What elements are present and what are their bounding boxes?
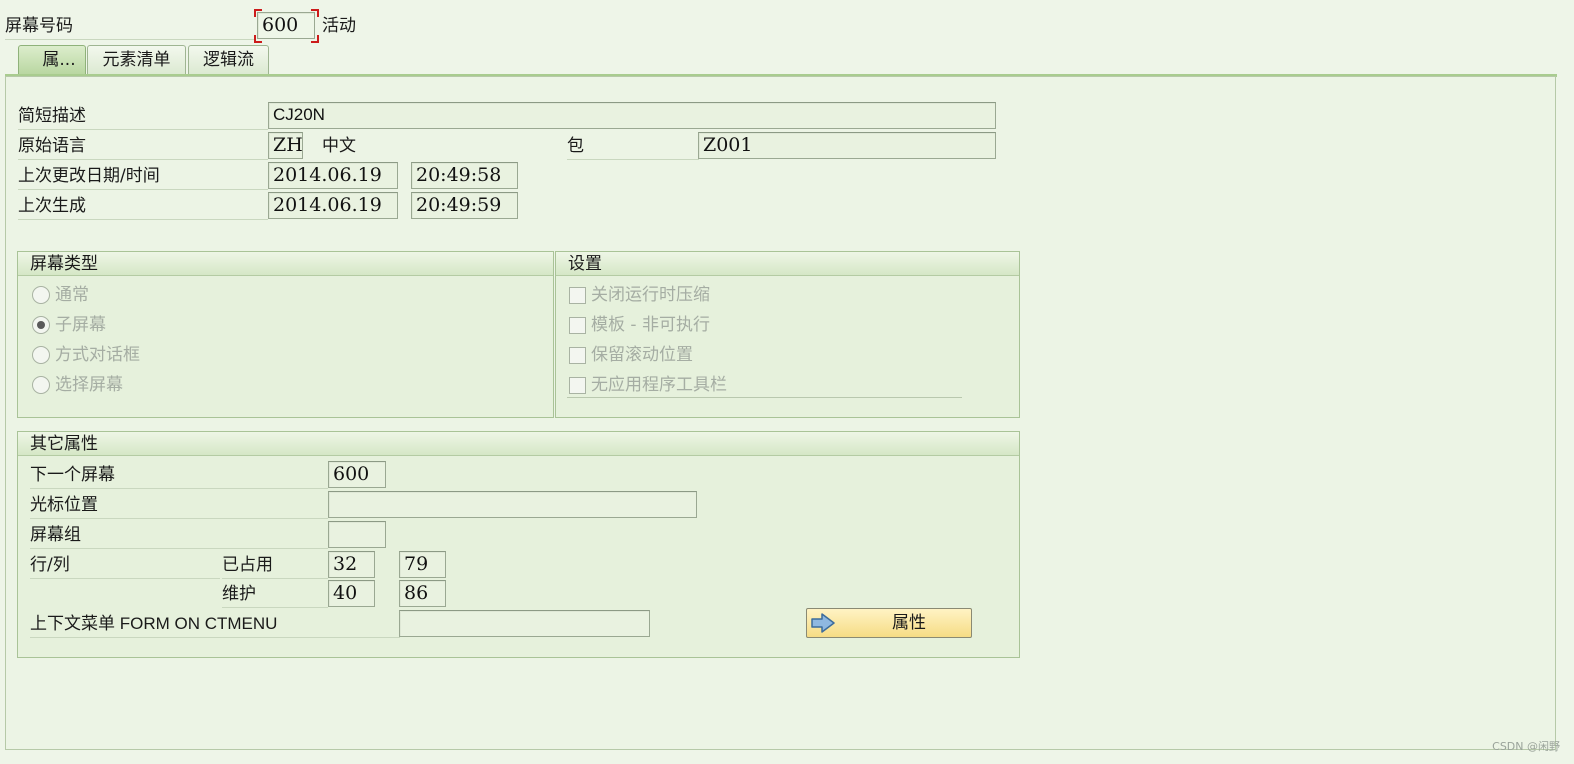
next-screen-field[interactable]: 600 — [328, 461, 386, 488]
cursor-corner-bl — [254, 35, 262, 43]
screen-number-field[interactable]: 600 — [257, 12, 315, 39]
settings-divider — [567, 397, 962, 398]
checkbox-no-toolbar[interactable] — [569, 377, 586, 394]
tab-attributes[interactable]: 属... — [18, 45, 86, 75]
attributes-button[interactable]: 属性 — [806, 608, 972, 638]
orig-lang-label: 原始语言 — [18, 133, 268, 160]
status-label: 活动 — [322, 16, 356, 36]
screen-group-field[interactable] — [328, 521, 386, 548]
checkbox-hold-scroll[interactable] — [569, 347, 586, 364]
other-attributes-title: 其它属性 — [18, 432, 1019, 456]
occupied-label: 已占用 — [222, 552, 328, 579]
maintain-rows-field[interactable]: 40 — [328, 580, 375, 607]
radio-selected-dot — [37, 321, 45, 329]
last-changed-date-field[interactable]: 2014.06.19 — [268, 162, 398, 189]
package-label: 包 — [567, 133, 699, 160]
context-menu-field[interactable] — [399, 610, 650, 637]
cursor-position-label: 光标位置 — [30, 492, 328, 519]
last-changed-label: 上次更改日期/时间 — [18, 163, 268, 190]
screen-group-label: 屏幕组 — [30, 522, 328, 549]
short-desc-field[interactable]: CJ20N — [268, 102, 996, 129]
radio-selection-screen-label: 选择屏幕 — [55, 375, 123, 395]
tab-flow-logic[interactable]: 逻辑流 — [188, 45, 269, 75]
cursor-corner-br — [311, 35, 319, 43]
attributes-button-label: 属性 — [892, 613, 926, 633]
last-changed-time-field[interactable]: 20:49:58 — [411, 162, 518, 189]
watermark: CSDN @闲野 — [1492, 740, 1560, 753]
package-field[interactable]: Z001 — [698, 132, 996, 159]
cursor-corner-tl — [254, 9, 262, 17]
arrow-right-icon — [810, 613, 836, 642]
radio-modal-dialog[interactable] — [32, 346, 50, 364]
next-screen-label: 下一个屏幕 — [30, 462, 328, 489]
screen-number-label: 屏幕号码 — [5, 13, 255, 40]
last-generated-label: 上次生成 — [18, 193, 268, 220]
occupied-cols-field[interactable]: 79 — [399, 551, 446, 578]
last-generated-date-field[interactable]: 2014.06.19 — [268, 192, 398, 219]
tab-flow-logic-label: 逻辑流 — [203, 50, 254, 70]
radio-subscreen[interactable] — [32, 316, 50, 334]
tab-element-list[interactable]: 元素清单 — [87, 45, 186, 75]
last-generated-time-field[interactable]: 20:49:59 — [411, 192, 518, 219]
orig-lang-field[interactable]: ZH — [268, 132, 303, 159]
checkbox-template-label: 模板 - 非可执行 — [591, 315, 710, 335]
occupied-rows-field[interactable]: 32 — [328, 551, 375, 578]
checkbox-hold-data[interactable] — [569, 287, 586, 304]
tab-element-list-label: 元素清单 — [102, 50, 171, 70]
checkbox-hold-scroll-label: 保留滚动位置 — [591, 345, 693, 365]
radio-modal-dialog-label: 方式对话框 — [55, 345, 140, 365]
tab-attributes-label: 属... — [42, 50, 76, 70]
maintain-label: 维护 — [222, 581, 328, 608]
orig-lang-name: 中文 — [322, 136, 356, 156]
screen-type-title: 屏幕类型 — [18, 252, 553, 276]
radio-normal[interactable] — [32, 286, 50, 304]
radio-normal-label: 通常 — [55, 285, 89, 305]
radio-selection-screen[interactable] — [32, 376, 50, 394]
maintain-cols-field[interactable]: 86 — [399, 580, 446, 607]
cursor-position-field[interactable] — [328, 491, 697, 518]
settings-title: 设置 — [556, 252, 1019, 276]
checkbox-hold-data-label: 关闭运行时压缩 — [591, 285, 710, 305]
radio-subscreen-label: 子屏幕 — [55, 315, 106, 335]
checkbox-no-toolbar-label: 无应用程序工具栏 — [591, 375, 727, 395]
checkbox-template[interactable] — [569, 317, 586, 334]
short-desc-label: 简短描述 — [18, 103, 268, 130]
cursor-corner-tr — [311, 9, 319, 17]
context-menu-label: 上下文菜单 FORM ON CTMENU — [30, 611, 400, 638]
rows-cols-label: 行/列 — [30, 552, 220, 579]
